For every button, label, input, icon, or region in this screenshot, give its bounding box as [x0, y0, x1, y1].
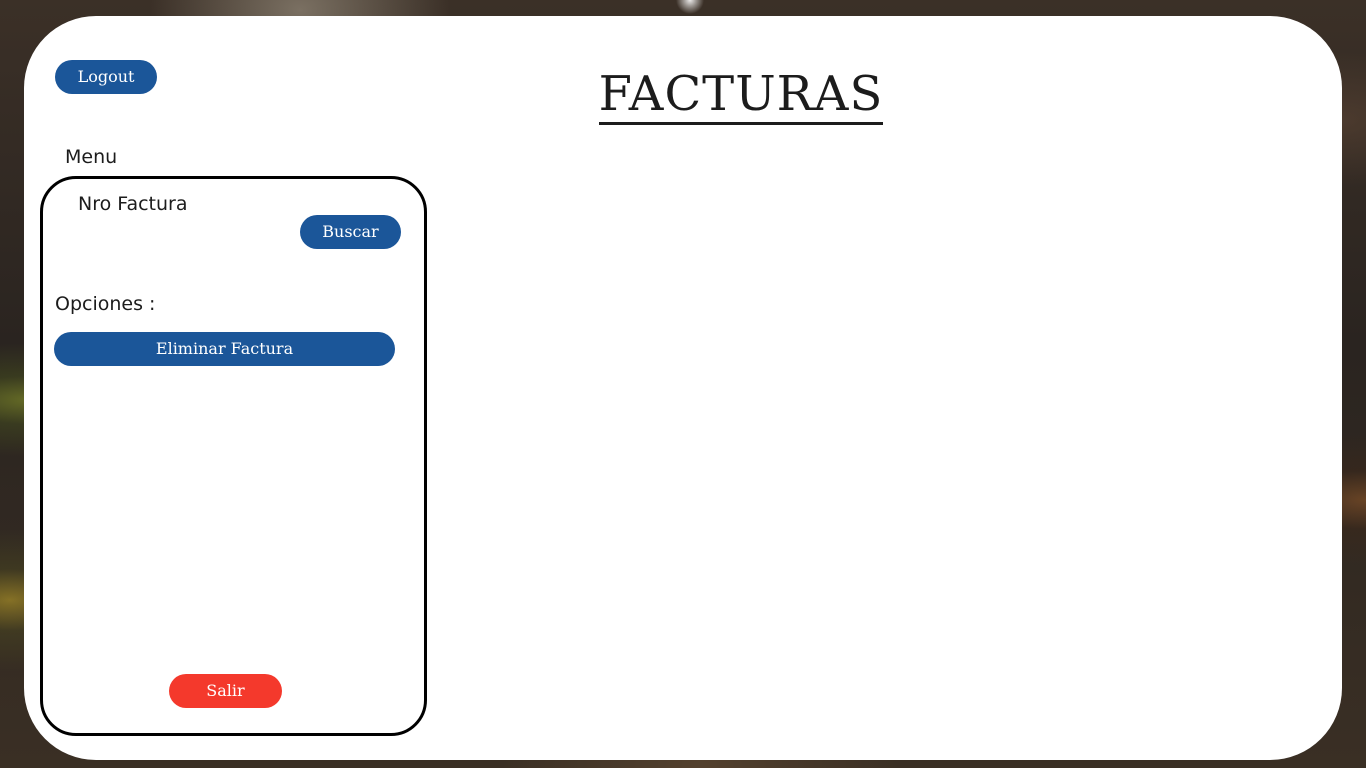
page-title: FACTURAS	[541, 62, 941, 126]
page-title-text: FACTURAS	[598, 66, 884, 125]
search-button[interactable]: Buscar	[300, 215, 401, 249]
invoice-number-label: Nro Factura	[78, 193, 188, 215]
menu-panel	[40, 176, 427, 736]
logout-button[interactable]: Logout	[55, 60, 157, 94]
options-label: Opciones :	[55, 293, 156, 315]
delete-invoice-button[interactable]: Eliminar Factura	[54, 332, 395, 366]
exit-button[interactable]: Salir	[169, 674, 282, 708]
menu-label: Menu	[65, 146, 118, 168]
